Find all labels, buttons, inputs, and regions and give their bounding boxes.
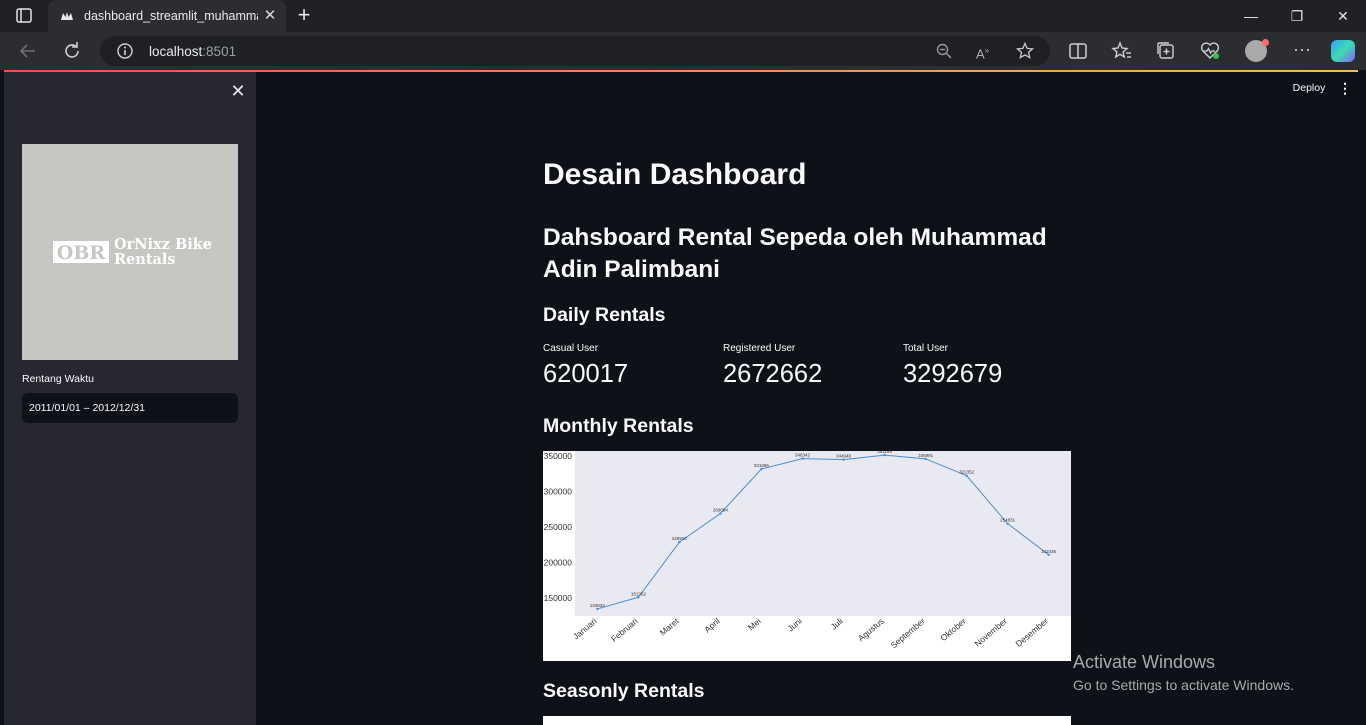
data-point (678, 540, 681, 544)
favorites-icon[interactable] (1110, 39, 1134, 63)
new-tab-icon[interactable]: + (292, 4, 316, 28)
browser-essentials-icon[interactable] (1198, 39, 1222, 63)
tab-actions-icon[interactable] (12, 7, 36, 25)
logo-name: OrNixz Bike Rentals (114, 236, 212, 268)
main-menu-icon[interactable]: ⋮ (1338, 80, 1352, 96)
url-port: :8501 (202, 44, 237, 59)
metric-value: 3292679 (903, 360, 1003, 388)
data-point (801, 457, 804, 460)
x-tick-label: September (889, 616, 927, 650)
data-label: 331686 (754, 463, 770, 468)
data-point (637, 596, 640, 599)
page-title: Desain Dashboard (543, 158, 807, 191)
streamlit-favicon-icon (60, 9, 74, 23)
back-icon[interactable] (16, 39, 40, 63)
metric-label: Registered User (723, 343, 796, 354)
y-tick-label: 200000 (544, 558, 573, 568)
metric-label: Total User (903, 343, 949, 354)
metric-value: 2672662 (723, 360, 823, 388)
seasonly-rentals-chart (543, 716, 1071, 725)
close-tab-icon[interactable]: ✕ (262, 8, 278, 24)
y-tick-label: 150000 (544, 593, 573, 603)
favorite-star-icon[interactable] (1015, 41, 1035, 60)
data-point (596, 607, 599, 611)
data-point (719, 512, 722, 515)
data-point (1047, 553, 1050, 557)
x-tick-label: Maret (658, 615, 682, 637)
logo-image: OBR OrNixz Bike Rentals (22, 144, 238, 360)
data-label: 345991 (918, 453, 934, 458)
restore-icon[interactable]: ❐ (1282, 4, 1312, 28)
y-tick-label: 300000 (544, 487, 573, 497)
data-label: 351194 (877, 451, 892, 454)
y-tick-label: 250000 (544, 522, 573, 532)
more-options-icon[interactable]: ··· (1290, 39, 1314, 63)
plot-area (575, 451, 1071, 616)
url-host: localhost (149, 44, 203, 59)
x-tick-label: Januari (571, 616, 599, 642)
x-tick-label: Mei (746, 616, 763, 633)
metric-casual: Casual User 620017 (543, 343, 713, 389)
browser-tab-bar: dashboard_streamlit_muhammadadinpalimban… (0, 0, 1366, 32)
deploy-button[interactable]: Deploy (1287, 80, 1331, 96)
data-label: 269094 (713, 508, 729, 513)
logo-mark-text: OBR (57, 242, 106, 263)
data-label: 151352 (631, 591, 647, 596)
data-point (965, 474, 968, 477)
x-tick-label: Desember (1013, 616, 1050, 649)
x-tick-label: Februari (609, 616, 640, 644)
zoom-icon[interactable] (935, 42, 953, 60)
collections-icon[interactable] (1154, 39, 1178, 63)
data-point (924, 457, 927, 461)
date-range-input[interactable]: 2011/01/01 – 2012/12/31 (22, 393, 238, 423)
logo-mark: OBR (53, 241, 109, 264)
x-tick-label: Juni (785, 616, 803, 634)
data-label: 134933 (590, 603, 606, 608)
window-close-icon[interactable]: ✕ (1328, 4, 1358, 28)
monthly-rentals-chart-svg: 150000 200000 250000 300000 350000 134933 1513… (544, 449, 1071, 650)
site-info-icon[interactable] (116, 42, 134, 60)
data-label: 322352 (959, 470, 975, 475)
minimize-icon[interactable]: — (1236, 4, 1266, 28)
monthly-rentals-chart: 150000 200000 250000 300000 350000 134933 1513… (543, 449, 1071, 661)
data-label: 344948 (836, 454, 852, 459)
activate-windows-subtitle: Go to Settings to activate Windows. (1073, 677, 1294, 693)
close-sidebar-icon[interactable]: ✕ (227, 80, 249, 102)
split-screen-icon[interactable] (1066, 39, 1090, 63)
url-text: localhost:8501 (149, 44, 236, 59)
browser-tab[interactable]: dashboard_streamlit_muhammadadinpalimban… (48, 0, 286, 32)
browser-toolbar: localhost:8501 A» ··· (0, 32, 1366, 70)
x-tick-label: Oktober (938, 616, 968, 643)
tab-title: dashboard_streamlit_muhammadadinpalimban… (84, 9, 258, 23)
metric-registered: Registered User 2672662 (723, 343, 893, 389)
data-point (1006, 522, 1009, 525)
data-label: 346342 (795, 453, 811, 458)
x-tick-label: November (972, 616, 1009, 649)
date-range-label: Rentang Waktu (22, 373, 94, 385)
monthly-rentals-heading: Monthly Rentals (543, 415, 694, 437)
x-tick-label: April (702, 616, 722, 635)
profile-notification-dot (1262, 39, 1269, 46)
data-point (842, 458, 845, 461)
metric-total: Total User 3292679 (903, 343, 1073, 389)
metric-label: Casual User (543, 343, 599, 354)
data-label: 254831 (1000, 518, 1016, 523)
reload-icon[interactable] (60, 39, 84, 63)
data-point (883, 453, 886, 457)
data-label: 211036 (1041, 549, 1056, 554)
data-point (760, 467, 763, 471)
seasonly-rentals-heading: Seasonly Rentals (543, 680, 705, 702)
x-tick-label: Juli (829, 616, 845, 632)
data-label: 228920 (672, 536, 688, 541)
copilot-icon[interactable] (1331, 40, 1355, 62)
x-tick-label: Agustus (856, 616, 886, 643)
activate-windows-title: Activate Windows (1073, 652, 1216, 672)
address-bar[interactable]: localhost:8501 A» (100, 36, 1050, 66)
read-aloud-icon[interactable]: A» (976, 42, 994, 61)
metric-value: 620017 (543, 360, 629, 388)
y-tick-label: 350000 (544, 451, 573, 461)
page-subtitle: Dahsboard Rental Sepeda oleh Muhammad Ad… (543, 224, 1047, 283)
daily-rentals-heading: Daily Rentals (543, 304, 666, 326)
